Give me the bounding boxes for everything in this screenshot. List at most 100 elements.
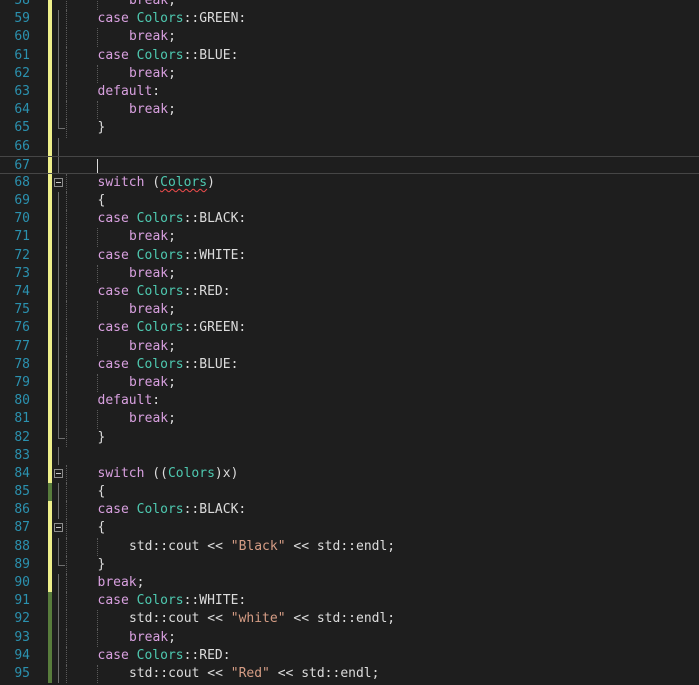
code-token: }: [97, 429, 106, 445]
outline-end: [58, 555, 65, 566]
code-line[interactable]: 63 default:: [0, 82, 699, 102]
code-line[interactable]: 93 break;: [0, 628, 699, 647]
code-token: ::GREEN:: [183, 320, 247, 336]
code-line[interactable]: 61 case Colors::BLUE:: [0, 46, 699, 65]
code-line[interactable]: 95 std::cout << "Red" << std::endl;: [0, 664, 699, 684]
code-line[interactable]: 73 break;: [0, 264, 699, 283]
line-number: 90: [14, 575, 30, 590]
indent-guide: [97, 373, 98, 393]
code-token: ::BLACK:: [183, 211, 247, 227]
indent-guide: [66, 264, 67, 283]
keyword-token: case: [97, 47, 129, 63]
indent-guide: [66, 555, 67, 574]
code-line[interactable]: 64 break;: [0, 101, 699, 120]
line-number: 58: [14, 0, 30, 8]
code-text: case Colors::RED:: [98, 647, 231, 665]
unsaved-change-marker: [48, 246, 52, 265]
line-number: 65: [14, 120, 30, 136]
code-line[interactable]: 58 break;: [0, 0, 699, 11]
code-line[interactable]: 78 case Colors::BLUE:: [0, 355, 699, 374]
code-text: break;: [129, 228, 176, 246]
code-text: case Colors::BLACK:: [98, 210, 247, 228]
keyword-token: switch: [97, 465, 145, 481]
code-text: }: [98, 556, 106, 574]
keyword-token: break: [129, 374, 169, 390]
code-token: ;: [168, 229, 176, 245]
code-line[interactable]: 70 case Colors::BLACK:: [0, 210, 699, 229]
indent-guide: [66, 355, 67, 374]
code-text: switch (Colors): [98, 174, 215, 192]
line-number: 95: [14, 665, 30, 681]
unsaved-change-marker: [48, 156, 52, 173]
outline-line: [58, 10, 59, 29]
collapse-icon[interactable]: [54, 523, 63, 533]
outline-line: [58, 592, 59, 611]
collapse-icon[interactable]: [54, 177, 63, 187]
code-text: case Colors::BLUE:: [98, 47, 239, 65]
indent-guide: [97, 264, 98, 283]
code-line[interactable]: 90 break;: [0, 574, 699, 593]
code-line[interactable]: 91 case Colors::WHITE:: [0, 592, 699, 611]
line-number: 84: [14, 465, 30, 481]
code-text: break;: [129, 374, 176, 392]
code-token: << std::endl;: [269, 665, 380, 681]
code-line[interactable]: 69 {: [0, 192, 699, 211]
code-line-current[interactable]: 67: [0, 155, 699, 174]
code-line[interactable]: 86 case Colors::BLACK:: [0, 501, 699, 520]
code-line[interactable]: 77 break;: [0, 337, 699, 356]
code-token: ;: [168, 629, 176, 645]
code-token: }: [97, 120, 106, 136]
code-line[interactable]: 60 break;: [0, 28, 699, 47]
indent-guide: [97, 0, 98, 11]
code-line[interactable]: 71 break;: [0, 228, 699, 247]
code-line[interactable]: 59 case Colors::GREEN:: [0, 10, 699, 29]
line-number: 63: [14, 83, 30, 99]
indent-guide: [66, 646, 67, 665]
unsaved-change-marker: [48, 283, 52, 302]
indent-guide: [66, 246, 67, 265]
code-line[interactable]: 66: [0, 137, 699, 156]
code-line[interactable]: 65}: [0, 119, 699, 138]
code-text: break;: [98, 574, 145, 592]
unsaved-change-marker: [48, 464, 52, 484]
code-line[interactable]: 87 {: [0, 519, 699, 538]
indent-guide: [66, 46, 67, 65]
line-number: 68: [14, 174, 30, 190]
code-line[interactable]: 81 break;: [0, 410, 699, 429]
code-line[interactable]: 80 default:: [0, 392, 699, 411]
code-line[interactable]: 74 case Colors::RED:: [0, 283, 699, 302]
line-number: 62: [14, 65, 30, 81]
code-line[interactable]: 94 case Colors::RED:: [0, 646, 699, 665]
code-token: << std::endl;: [285, 538, 396, 554]
code-line[interactable]: 75 break;: [0, 301, 699, 320]
code-line[interactable]: 79 break;: [0, 373, 699, 393]
code-line[interactable]: 83: [0, 446, 699, 465]
code-text: break;: [129, 101, 176, 119]
code-line[interactable]: 82}: [0, 428, 699, 447]
code-token: ;: [168, 65, 176, 81]
indent-guide: [66, 192, 67, 211]
code-text: std::cout << "Black" << std::endl;: [129, 538, 395, 556]
code-line[interactable]: 76 case Colors::GREEN:: [0, 319, 699, 338]
code-line[interactable]: 92 std::cout << "white" << std::endl;: [0, 610, 699, 629]
code-editor[interactable]: 58 break; 59 case Colors::GREEN: 60 break; 61 c…: [0, 0, 699, 684]
code-line[interactable]: 84 switch ((Colors)x): [0, 464, 699, 484]
code-token: ;: [168, 29, 176, 45]
line-number: 72: [14, 247, 30, 263]
code-line[interactable]: 88 std::cout << "Black" << std::endl;: [0, 537, 699, 556]
saved-change-marker: [48, 483, 52, 502]
code-token: :: [152, 83, 161, 99]
code-line[interactable]: 62 break;: [0, 64, 699, 83]
code-line[interactable]: 72 case Colors::WHITE:: [0, 246, 699, 265]
code-line[interactable]: 89}: [0, 555, 699, 574]
outline-line: [58, 46, 59, 65]
code-line[interactable]: 85 {: [0, 483, 699, 502]
code-text: case Colors::RED:: [98, 283, 231, 301]
code-text: case Colors::GREEN:: [98, 319, 247, 337]
indent-guide: [66, 228, 67, 247]
keyword-token: break: [129, 0, 169, 8]
keyword-token: case: [97, 211, 129, 227]
collapse-icon[interactable]: [54, 468, 63, 478]
code-line[interactable]: 68 switch (Colors): [0, 173, 699, 193]
